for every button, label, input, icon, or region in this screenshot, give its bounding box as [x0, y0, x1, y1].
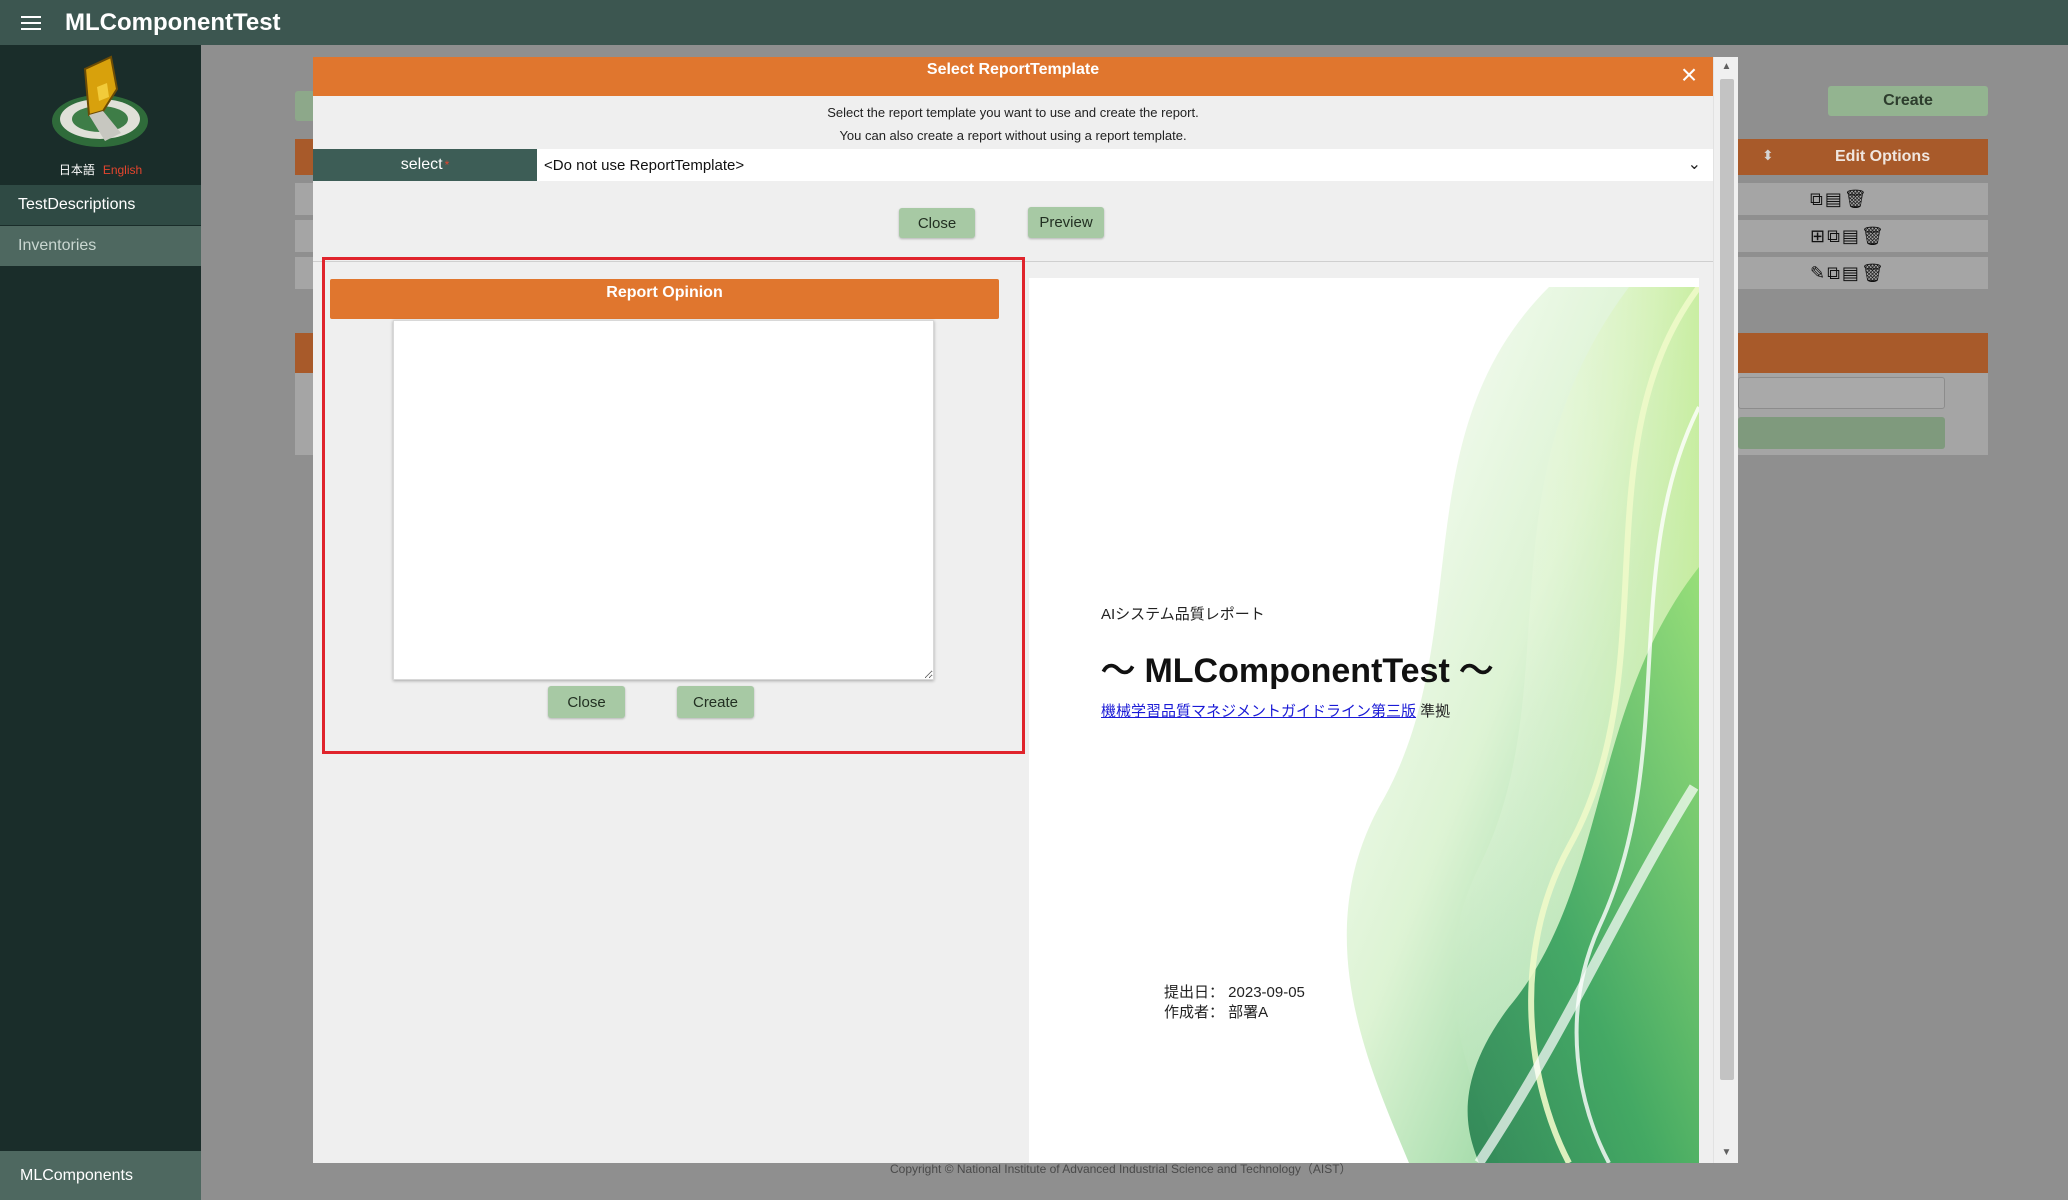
report-opinion-header: Report Opinion [330, 279, 999, 319]
close-icon[interactable]: × [1677, 61, 1701, 89]
submission-date: 提出日： 2023-09-05 [1164, 984, 1305, 1001]
select-value: <Do not use ReportTemplate> [544, 156, 745, 174]
sort-icon: ⬍ [1762, 147, 1774, 163]
row-action-icons: ✎⧉▤🗑 [1810, 263, 1886, 283]
lang-ja-link[interactable]: 日本語 [59, 163, 95, 177]
guideline-link[interactable]: 機械学習品質マネジメントガイドライン第三版 [1101, 703, 1416, 720]
top-bar: MLComponentTest [0, 0, 2068, 45]
modal-header: Select ReportTemplate × [313, 57, 1713, 96]
report-template-select[interactable]: <Do not use ReportTemplate> ⌄ [537, 149, 1713, 181]
preview-guideline-line: 機械学習品質マネジメントガイドライン第三版 準拠 [1101, 700, 1450, 721]
edit-options-header: Edit Options [1835, 148, 1931, 165]
opinion-close-button[interactable]: Close [548, 686, 625, 718]
scroll-thumb[interactable] [1720, 79, 1734, 1080]
opinion-create-button[interactable]: Create [677, 686, 754, 718]
modal-desc-line2: You can also create a report without usi… [839, 128, 1187, 143]
close-button[interactable]: Close [899, 208, 975, 238]
preview-title: ～ MLComponentTest ～ [1101, 652, 1494, 690]
modal-desc-line1: Select the report template you want to u… [827, 105, 1199, 120]
app-logo-icon [52, 55, 148, 147]
sidebar-item-inventories[interactable]: Inventories [0, 226, 201, 267]
chevron-down-icon: ⌄ [1687, 156, 1701, 173]
background-input [1738, 377, 1945, 409]
select-report-template-modal: Select ReportTemplate × Select the repor… [313, 57, 1738, 1163]
row-action-icons: ⊞⧉▤🗑 [1810, 226, 1886, 246]
lang-en-link[interactable]: English [103, 163, 142, 177]
row-action-icons: ⧉▤🗑 [1810, 189, 1869, 209]
logo-area: 日本語 English [0, 45, 201, 185]
select-label-text: select [400, 156, 443, 173]
background-create-button: Create [1828, 86, 1988, 116]
required-mark: * [444, 158, 450, 172]
background-green-button [1738, 417, 1945, 449]
green-wave-graphic [1149, 287, 1699, 1163]
modal-scrollbar[interactable]: ▲ ▼ [1713, 57, 1738, 1163]
sidebar: 日本語 English TestDescriptions Inventories … [0, 45, 201, 1200]
report-preview: AIシステム品質レポート ～ MLComponentTest ～ 機械学習品質マ… [1029, 278, 1699, 1163]
background-button [295, 91, 315, 121]
sidebar-item-mlcomponents[interactable]: MLComponents [0, 1151, 201, 1200]
scroll-down-icon[interactable]: ▼ [1714, 1143, 1738, 1163]
preview-button[interactable]: Preview [1028, 207, 1104, 238]
menu-icon[interactable] [0, 0, 62, 45]
preview-subtitle: AIシステム品質レポート [1101, 606, 1265, 623]
scroll-up-icon[interactable]: ▲ [1714, 57, 1738, 77]
sidebar-item-testdescriptions[interactable]: TestDescriptions [0, 185, 201, 226]
preview-meta: 提出日： 2023-09-05 作成者： 部署A [1164, 983, 1305, 1023]
guideline-suffix: 準拠 [1416, 703, 1451, 720]
app-title: MLComponentTest [65, 8, 281, 36]
modal-description: Select the report template you want to u… [313, 101, 1713, 147]
author: 作成者： 部署A [1164, 1004, 1269, 1021]
report-opinion-textarea[interactable] [393, 320, 934, 680]
language-switch: 日本語 English [0, 161, 201, 178]
modal-title: Select ReportTemplate [926, 61, 1100, 78]
select-label: select * [313, 149, 537, 181]
template-select-row: select * <Do not use ReportTemplate> ⌄ [313, 149, 1713, 181]
